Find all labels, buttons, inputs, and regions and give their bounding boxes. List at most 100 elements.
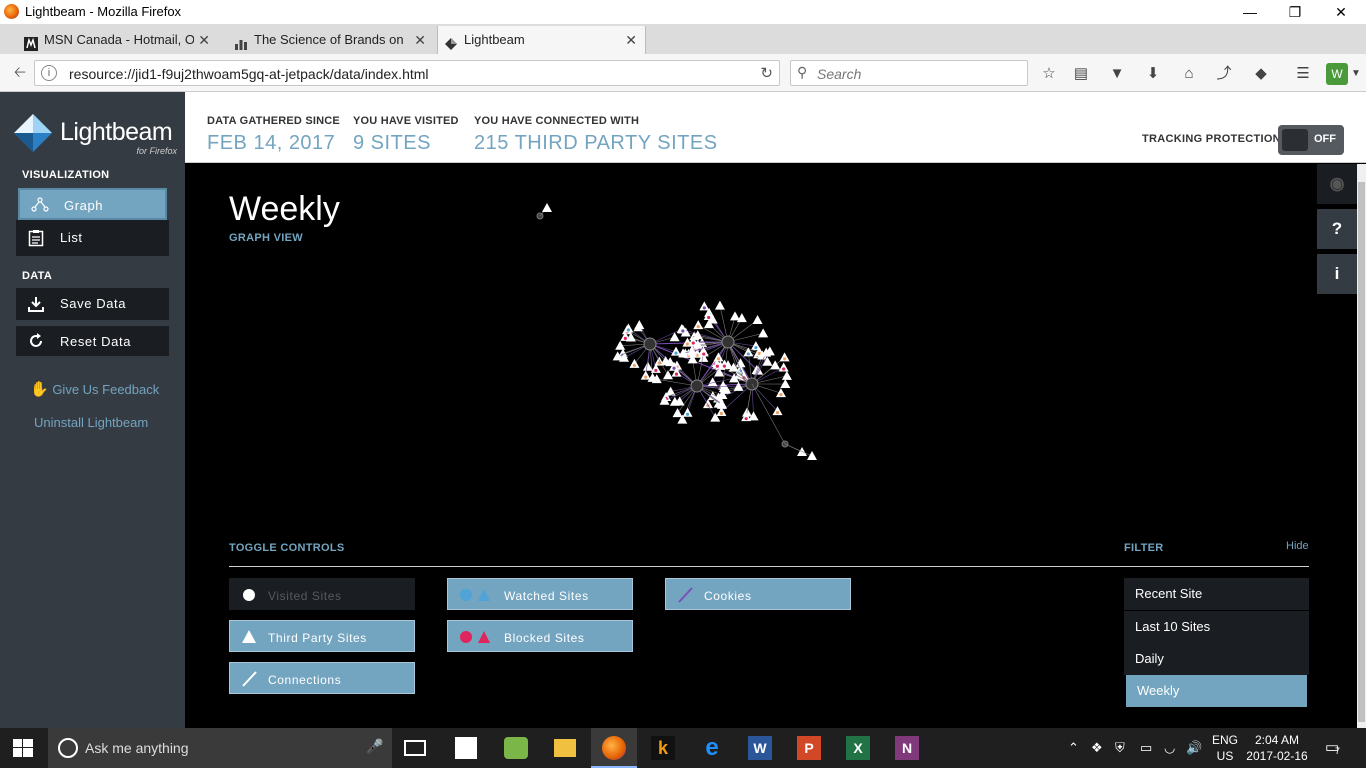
language-indicator[interactable]: ENG US (1210, 732, 1240, 764)
third-party-site-node[interactable] (542, 203, 552, 212)
extension-icon[interactable]: W (1326, 63, 1348, 85)
info-panel-icon[interactable]: i (1317, 254, 1357, 294)
pocket-icon[interactable]: ▼ (1106, 63, 1128, 85)
home-icon[interactable]: ⌂ (1178, 63, 1200, 85)
third-party-site-node[interactable] (758, 328, 769, 338)
menu-icon[interactable]: ☰ (1292, 63, 1314, 85)
toggle-connections[interactable]: Connections (229, 662, 415, 694)
third-party-site-node[interactable] (634, 320, 645, 330)
lightbeam-logo: Lightbeam for Firefox (12, 112, 177, 162)
wifi-icon[interactable]: ◡ (1164, 740, 1175, 756)
search-icon: ⚲ (797, 64, 808, 80)
site-marker (715, 364, 719, 368)
filter-recent-site[interactable]: Recent Site (1124, 578, 1309, 610)
site-marker (672, 366, 676, 370)
info-icon[interactable]: i (41, 65, 57, 81)
battery-icon[interactable]: ▭ (1140, 740, 1152, 756)
toggle-cookies[interactable]: Cookies (665, 578, 851, 610)
lightbeam-toolbar-icon[interactable]: ◆ (1250, 63, 1272, 85)
close-tab-icon[interactable]: ✕ (198, 26, 210, 54)
file-explorer-icon[interactable] (554, 739, 576, 757)
task-view-icon[interactable] (404, 740, 426, 756)
filter-label: Weekly (1137, 683, 1180, 698)
addon-icon[interactable]: ⤴ (1213, 63, 1235, 85)
back-button[interactable]: 🡠 (8, 61, 32, 85)
site-marker (681, 329, 685, 333)
windows-start-icon[interactable] (13, 739, 33, 757)
globe-icon[interactable]: ◉ (1317, 164, 1357, 204)
downloads-icon[interactable]: ⬇ (1142, 63, 1164, 85)
action-center-icon[interactable]: ▭ 7 (1325, 738, 1340, 756)
third-party-site-node[interactable] (752, 314, 763, 324)
list-button[interactable]: List (16, 220, 169, 256)
stat-label: DATA GATHERED SINCE (207, 115, 340, 127)
graph-button[interactable]: Graph (18, 188, 167, 220)
volume-icon[interactable]: 🔊 (1186, 740, 1202, 756)
kindle-icon[interactable]: k (651, 736, 675, 760)
tab-science-of-brands[interactable]: The Science of Brands on l... ✕ (228, 26, 434, 54)
tracking-protection-toggle[interactable]: OFF (1278, 125, 1344, 155)
visited-site-node[interactable] (643, 337, 657, 351)
logo-name: Lightbeam (60, 118, 173, 146)
site-graph[interactable] (185, 164, 1315, 544)
reading-list-icon[interactable]: ▤ (1070, 63, 1092, 85)
third-party-site-node[interactable] (730, 311, 741, 321)
third-party-site-node[interactable] (663, 370, 674, 380)
cloud-app-icon[interactable] (504, 737, 528, 759)
third-party-site-node[interactable] (672, 408, 683, 418)
toggle-visited-sites[interactable]: Visited Sites (229, 578, 415, 610)
cortana-search[interactable]: Ask me anything 🎤 (48, 728, 392, 768)
scrollbar-thumb[interactable] (1358, 182, 1365, 722)
filter-weekly[interactable]: Weekly (1126, 675, 1307, 707)
reset-data-button[interactable]: Reset Data (16, 326, 169, 356)
search-input[interactable]: ⚲ Search (790, 60, 1028, 86)
tab-lightbeam[interactable]: Lightbeam ✕ (437, 26, 646, 54)
third-party-site-node[interactable] (714, 300, 725, 310)
close-window-button[interactable]: ✕ (1326, 2, 1356, 22)
save-data-button[interactable]: Save Data (16, 288, 169, 320)
toggle-watched-sites[interactable]: Watched Sites (447, 578, 633, 610)
firefox-icon (602, 736, 626, 760)
help-icon[interactable]: ? (1317, 209, 1357, 249)
reload-icon[interactable]: ↻ (760, 64, 773, 82)
toggle-blocked-sites[interactable]: Blocked Sites (447, 620, 633, 652)
page-scrollbar[interactable] (1357, 164, 1366, 728)
bookmark-star-icon[interactable]: ☆ (1038, 63, 1060, 85)
third-party-site-node[interactable] (807, 451, 817, 460)
chevron-down-icon[interactable]: ▼ (1350, 63, 1362, 85)
third-party-site-node[interactable] (781, 370, 792, 380)
close-tab-icon[interactable]: ✕ (414, 26, 426, 54)
minimize-button[interactable]: — (1235, 2, 1265, 22)
edge-icon[interactable]: e (700, 736, 724, 760)
visited-site-node[interactable] (690, 379, 704, 393)
site-marker (779, 393, 783, 397)
filter-daily[interactable]: Daily (1124, 643, 1309, 675)
third-party-site-node[interactable] (780, 379, 791, 389)
dropbox-icon[interactable]: ❖ (1091, 740, 1103, 756)
taskbar-clock[interactable]: 2:04 AM 2017-02-16 (1244, 732, 1310, 764)
reset-data-label: Reset Data (60, 334, 132, 349)
powerpoint-icon[interactable]: P (797, 736, 821, 760)
word-icon[interactable]: W (748, 736, 772, 760)
filter-hide-link[interactable]: Hide (1286, 540, 1309, 552)
toggle-label: Cookies (704, 589, 752, 603)
site-marker (719, 411, 724, 416)
logo-subtitle: for Firefox (136, 146, 177, 156)
onenote-icon[interactable]: N (895, 736, 919, 760)
visited-site-node[interactable] (721, 335, 735, 349)
filter-last-10-sites[interactable]: Last 10 Sites (1124, 611, 1309, 643)
uninstall-link[interactable]: Uninstall Lightbeam (34, 415, 148, 430)
microphone-icon[interactable]: 🎤 (366, 738, 383, 755)
tab-msn[interactable]: MSN Canada - Hotmail, O... ✕ (18, 26, 218, 54)
toggle-third-party-sites[interactable]: Third Party Sites (229, 620, 415, 652)
firefox-taskbar-button[interactable] (591, 728, 637, 768)
mcafee-icon[interactable]: ⛨ (1115, 740, 1125, 756)
show-hidden-icons[interactable]: ⌃ (1068, 740, 1079, 756)
restore-button[interactable]: ❐ (1280, 2, 1310, 22)
url-bar[interactable]: i resource://jid1-f9uj2thwoam5gq-at-jetp… (34, 60, 780, 86)
excel-icon[interactable]: X (846, 736, 870, 760)
third-party-site-node[interactable] (669, 332, 680, 342)
feedback-link[interactable]: ✋ Give Us Feedback (30, 380, 159, 398)
store-icon[interactable] (455, 737, 477, 759)
close-tab-icon[interactable]: ✕ (625, 26, 637, 54)
